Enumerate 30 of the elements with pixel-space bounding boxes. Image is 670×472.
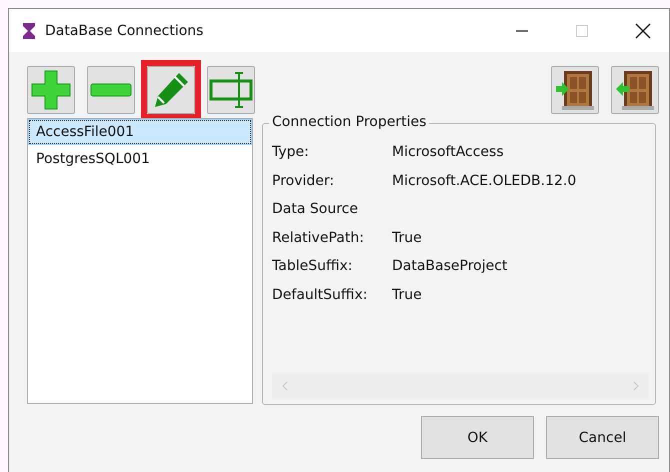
property-value: MicrosoftAccess bbox=[392, 144, 504, 160]
door-in-button[interactable] bbox=[551, 66, 599, 114]
property-name: Provider: bbox=[272, 172, 336, 189]
close-icon[interactable] bbox=[635, 22, 651, 38]
group-title: Connection Properties bbox=[269, 114, 430, 130]
minus-icon bbox=[90, 83, 132, 97]
property-value: True bbox=[392, 230, 422, 246]
door-out-button[interactable] bbox=[611, 66, 659, 114]
property-name: RelativePath: bbox=[272, 230, 365, 246]
hourglass-icon bbox=[21, 22, 37, 40]
property-name: Type: bbox=[272, 144, 310, 160]
property-value: True bbox=[392, 286, 422, 303]
add-button[interactable] bbox=[27, 66, 75, 114]
plus-icon bbox=[30, 69, 72, 111]
edit-button[interactable] bbox=[147, 66, 195, 114]
door-icon bbox=[614, 69, 656, 111]
property-name: TableSuffix: bbox=[272, 258, 354, 274]
connection-item[interactable]: AccessFile001 bbox=[29, 120, 251, 144]
property-name: Data Source bbox=[272, 201, 359, 218]
ok-button[interactable]: OK bbox=[421, 416, 534, 459]
window-title: DataBase Connections bbox=[45, 22, 204, 38]
connection-item[interactable]: PostgresSQL001 bbox=[29, 147, 251, 171]
cancel-button[interactable]: Cancel bbox=[546, 416, 659, 459]
property-name: DefaultSuffix: bbox=[272, 286, 368, 303]
resize-icon bbox=[209, 70, 253, 110]
property-value: Microsoft.ACE.OLEDB.12.0 bbox=[392, 172, 576, 189]
resize-button[interactable] bbox=[207, 66, 255, 114]
property-value: DataBaseProject bbox=[392, 258, 508, 274]
remove-button[interactable] bbox=[87, 66, 135, 114]
door-icon bbox=[554, 69, 596, 111]
